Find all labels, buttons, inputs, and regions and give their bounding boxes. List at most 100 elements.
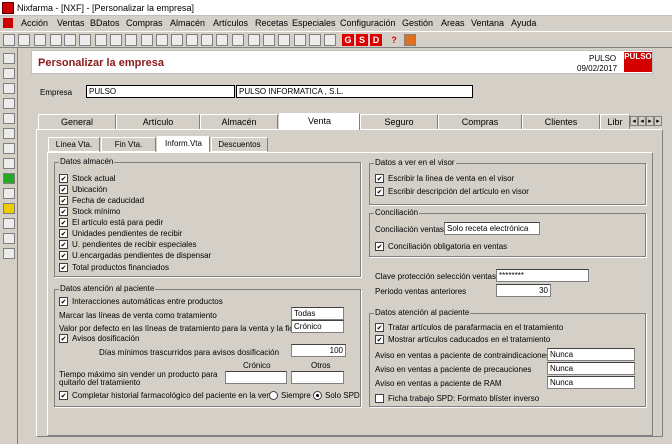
sync-icon[interactable]: [3, 188, 15, 199]
ubicacion-checkbox[interactable]: [59, 185, 68, 194]
stock-minimo-checkbox[interactable]: [59, 207, 68, 216]
encargadas-checkbox[interactable]: [59, 251, 68, 260]
network-icon[interactable]: [3, 233, 15, 244]
print-icon[interactable]: [232, 34, 244, 46]
unidades-pendientes-checkbox[interactable]: [59, 229, 68, 238]
first-record-icon[interactable]: [171, 34, 183, 46]
menu-configuracion[interactable]: Configuración: [340, 18, 396, 28]
contraindicaciones-field[interactable]: [547, 348, 635, 361]
avisos-dosificacion-checkbox[interactable]: [59, 334, 68, 343]
save-icon[interactable]: [3, 34, 15, 46]
menu-especiales[interactable]: Especiales: [292, 18, 336, 28]
cart-icon[interactable]: [309, 34, 321, 46]
ticket-icon[interactable]: [3, 68, 15, 79]
pendientes-especiales-checkbox[interactable]: [59, 240, 68, 249]
edit-icon[interactable]: [34, 34, 46, 46]
ficha-spd-checkbox[interactable]: [375, 394, 384, 403]
tab-venta[interactable]: Venta: [279, 113, 360, 130]
ram-field[interactable]: [547, 376, 635, 389]
orders-icon[interactable]: [3, 83, 15, 94]
subtab-fin-vta[interactable]: Fin Vta.: [101, 137, 156, 152]
conciliacion-obligatoria-checkbox[interactable]: [375, 242, 384, 251]
users-icon[interactable]: [3, 218, 15, 229]
empresa-code-field[interactable]: [86, 85, 235, 98]
menu-almacen[interactable]: Almacén: [170, 18, 205, 28]
siempre-radio[interactable]: [269, 391, 278, 400]
red-button-d[interactable]: D: [370, 34, 382, 46]
delete-icon[interactable]: [95, 34, 107, 46]
tab-compras[interactable]: Compras: [438, 114, 522, 129]
tab-libr[interactable]: Libr: [600, 114, 630, 129]
menu-ventas[interactable]: Ventas: [57, 18, 85, 28]
red-button-s[interactable]: S: [356, 34, 368, 46]
menu-areas[interactable]: Areas: [441, 18, 465, 28]
barcode-icon[interactable]: [3, 248, 15, 259]
check-icon[interactable]: [125, 34, 137, 46]
cart-side-icon[interactable]: [3, 98, 15, 109]
precauciones-field[interactable]: [547, 362, 635, 375]
para-pedir-checkbox[interactable]: [59, 218, 68, 227]
last-record-icon[interactable]: [216, 34, 228, 46]
menu-ayuda[interactable]: Ayuda: [511, 18, 536, 28]
tab-almacen[interactable]: Almacén: [200, 114, 278, 129]
subtab-descuentos[interactable]: Descuentos: [211, 137, 268, 152]
tiempo-otros-field[interactable]: [291, 371, 344, 384]
tab-general[interactable]: General: [38, 114, 116, 129]
tab-clientes[interactable]: Clientes: [522, 114, 600, 129]
periodo-field[interactable]: [496, 284, 551, 297]
tab-articulo[interactable]: Artículo: [116, 114, 200, 129]
sales-icon[interactable]: [3, 53, 15, 64]
subtab-inform-vta[interactable]: Inform.Vta: [157, 136, 210, 152]
menu-app-icon[interactable]: [3, 18, 13, 28]
help-icon[interactable]: ?: [388, 34, 400, 46]
dias-minimos-field[interactable]: [291, 344, 346, 357]
interacciones-checkbox[interactable]: [59, 297, 68, 306]
pharmacy-cross-icon[interactable]: [3, 173, 15, 184]
filter-icon[interactable]: [278, 34, 290, 46]
menu-gestion[interactable]: Gestión: [402, 18, 433, 28]
query-icon[interactable]: [156, 34, 168, 46]
home-icon[interactable]: [404, 34, 416, 46]
tab-prev-icon[interactable]: ◂: [638, 116, 646, 126]
solo-spd-radio[interactable]: [313, 391, 322, 400]
search-icon[interactable]: [248, 34, 260, 46]
stop-icon[interactable]: [294, 34, 306, 46]
menu-articulos[interactable]: Artículos: [213, 18, 248, 28]
tab-first-icon[interactable]: ◂: [630, 116, 638, 126]
list-icon[interactable]: [141, 34, 153, 46]
prev-record-icon[interactable]: [186, 34, 198, 46]
tab-last-icon[interactable]: ▸: [654, 116, 662, 126]
descripcion-visor-checkbox[interactable]: [375, 187, 384, 196]
paste-icon[interactable]: [64, 34, 76, 46]
tools-icon[interactable]: [263, 34, 275, 46]
tab-seguro[interactable]: Seguro: [360, 114, 438, 129]
prescription-icon[interactable]: [3, 113, 15, 124]
menu-recetas[interactable]: Recetas: [255, 18, 288, 28]
warning-icon[interactable]: [3, 203, 15, 214]
financiados-checkbox[interactable]: [59, 263, 68, 272]
completar-historial-checkbox[interactable]: [59, 391, 68, 400]
pencil-icon[interactable]: [3, 128, 15, 139]
clave-field[interactable]: [496, 269, 589, 282]
menu-bdatos[interactable]: BDatos: [90, 18, 120, 28]
refresh-icon[interactable]: [79, 34, 91, 46]
fecha-caducidad-checkbox[interactable]: [59, 196, 68, 205]
menu-accion[interactable]: Acción: [21, 18, 48, 28]
tratar-parafarmacia-checkbox[interactable]: [375, 323, 384, 332]
copy-icon[interactable]: [50, 34, 62, 46]
tiempo-cronico-field[interactable]: [225, 371, 287, 384]
empresa-name-field[interactable]: [236, 85, 473, 98]
valor-defecto-field[interactable]: [291, 320, 344, 333]
tab-next-icon[interactable]: ▸: [646, 116, 654, 126]
conciliacion-ventas-field[interactable]: [444, 222, 540, 235]
linea-visor-checkbox[interactable]: [375, 174, 384, 183]
book-icon[interactable]: [3, 143, 15, 154]
subtab-linea-vta[interactable]: Línea Vta.: [48, 137, 100, 152]
mostrar-caducados-checkbox[interactable]: [375, 335, 384, 344]
menu-compras[interactable]: Compras: [126, 18, 163, 28]
next-record-icon[interactable]: [201, 34, 213, 46]
cash-icon[interactable]: [3, 158, 15, 169]
new-icon[interactable]: [18, 34, 30, 46]
menu-ventana[interactable]: Ventana: [471, 18, 504, 28]
clear-icon[interactable]: [110, 34, 122, 46]
